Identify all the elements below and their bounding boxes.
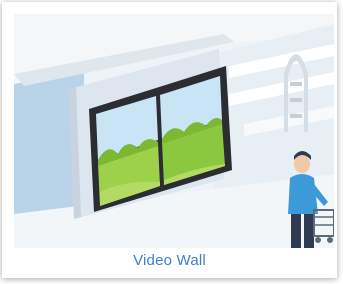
- video-wall-illustration: [14, 14, 334, 248]
- video-wall-card[interactable]: Video Wall: [2, 2, 337, 278]
- card-caption[interactable]: Video Wall: [2, 252, 337, 269]
